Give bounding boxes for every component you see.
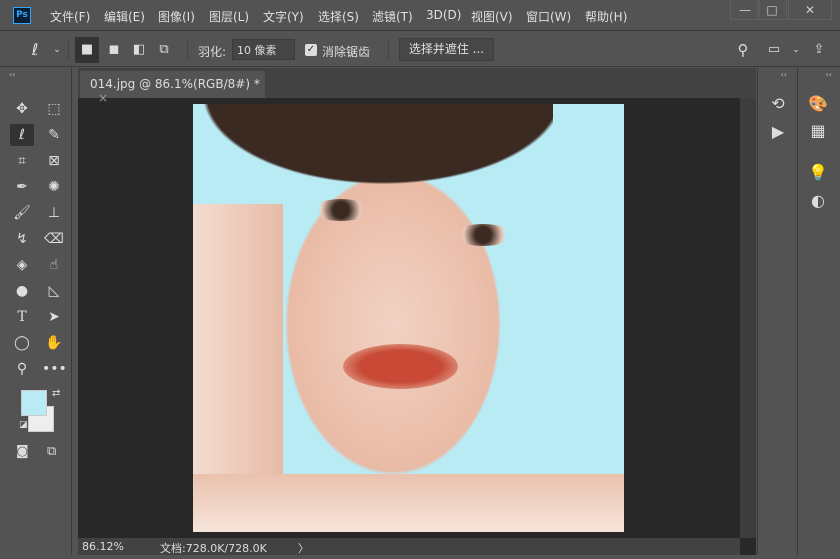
stamp-tool-icon[interactable]: ⊥ bbox=[42, 202, 66, 224]
marquee-tool-icon[interactable]: ⬚ bbox=[42, 98, 66, 120]
menu-select[interactable]: 选择(S) bbox=[318, 8, 359, 25]
color-palette-icon[interactable]: 🎨 bbox=[798, 94, 838, 113]
swatches-grid-icon[interactable]: ▦ bbox=[798, 121, 838, 140]
eraser-tool-icon[interactable]: ⌫ bbox=[42, 228, 66, 250]
close-button[interactable]: ✕ bbox=[788, 0, 832, 20]
maximize-button[interactable]: □ bbox=[757, 0, 787, 20]
panel-dock-1: ‹‹ ⟲ ▶ bbox=[757, 68, 797, 555]
foreground-color-swatch[interactable] bbox=[21, 390, 47, 416]
right-eye bbox=[453, 224, 513, 246]
menu-layer[interactable]: 图层(L) bbox=[209, 8, 249, 25]
history-brush-tool-icon[interactable]: ↯ bbox=[10, 228, 34, 250]
share-icon[interactable]: ⇪ bbox=[808, 40, 830, 60]
photoshop-logo: Ps bbox=[13, 7, 31, 24]
smudge-tool-icon[interactable]: ☝ bbox=[42, 254, 66, 276]
workspace-icon[interactable]: ▭ bbox=[763, 40, 785, 60]
menu-image[interactable]: 图像(I) bbox=[158, 8, 195, 25]
collapse-icon[interactable]: ‹‹ bbox=[758, 68, 797, 79]
hand-tool-icon[interactable]: ✋ bbox=[42, 332, 66, 354]
antialias-checkbox[interactable]: ✓ bbox=[305, 44, 317, 56]
intersect-selection-icon[interactable]: ⧉ bbox=[153, 40, 175, 60]
menu-help[interactable]: 帮助(H) bbox=[585, 8, 627, 25]
menu-filter[interactable]: 滤镜(T) bbox=[372, 8, 413, 25]
more-tools-icon[interactable]: ••• bbox=[42, 358, 67, 380]
menu-file[interactable]: 文件(F) bbox=[50, 8, 90, 25]
adjustments-icon[interactable]: ◐ bbox=[798, 191, 838, 210]
quick-select-tool-icon[interactable]: ✎ bbox=[42, 124, 66, 146]
document-tab[interactable]: 014.jpg @ 86.1%(RGB/8#) * × bbox=[80, 71, 265, 105]
lasso-tool-icon[interactable]: ℓ bbox=[10, 124, 34, 146]
document-title: 014.jpg @ 86.1%(RGB/8#) * bbox=[90, 77, 260, 91]
antialias-label: 消除锯齿 bbox=[322, 45, 371, 59]
vertical-scrollbar[interactable] bbox=[740, 98, 756, 538]
lips bbox=[343, 344, 458, 389]
divider bbox=[68, 39, 69, 61]
type-tool-icon[interactable]: T bbox=[10, 306, 34, 328]
subtract-selection-icon[interactable]: ◧ bbox=[128, 40, 150, 60]
collapse-icon[interactable]: ‹‹ bbox=[9, 70, 15, 79]
chevron-down-icon[interactable]: ⌄ bbox=[46, 40, 68, 60]
quick-mask-icon[interactable]: ◙ bbox=[16, 444, 29, 459]
default-colors-icon[interactable]: ◪ bbox=[19, 420, 28, 430]
menu-window[interactable]: 窗口(W) bbox=[526, 8, 571, 25]
feather-label: 羽化: bbox=[198, 45, 227, 59]
status-bar: 86.12% 文档:728.0K/728.0K 〉 bbox=[78, 538, 740, 555]
direct-select-tool-icon[interactable]: ➤ bbox=[42, 306, 66, 328]
crop-tool-icon[interactable]: ⌗ bbox=[10, 150, 34, 172]
menu-bar: Ps 文件(F) 编辑(E) 图像(I) 图层(L) 文字(Y) 选择(S) 滤… bbox=[0, 0, 840, 31]
left-eye bbox=[311, 199, 371, 221]
options-bar: ℓ ⌄ ■ ◼ ◧ ⧉ 羽化: 10 像素 ✓ 消除锯齿 选择并遮住 ... ⚲… bbox=[0, 33, 840, 67]
eyedropper-tool-icon[interactable]: ✒ bbox=[10, 176, 34, 198]
menu-view[interactable]: 视图(V) bbox=[471, 8, 513, 25]
ellipse-tool-icon[interactable]: ◯ bbox=[10, 332, 34, 354]
feather-input[interactable]: 10 像素 bbox=[232, 39, 295, 60]
brush-tool-icon[interactable]: 🖌 bbox=[10, 202, 34, 224]
zoom-level[interactable]: 86.12% bbox=[82, 540, 124, 553]
minimize-button[interactable]: — bbox=[730, 0, 760, 20]
paint-bucket-tool-icon[interactable]: ◈ bbox=[10, 254, 34, 276]
lasso-tool-preset-icon[interactable]: ℓ bbox=[24, 40, 46, 60]
actions-panel-icon[interactable]: ▶ bbox=[758, 122, 798, 141]
search-icon[interactable]: ⚲ bbox=[732, 40, 754, 60]
spot-heal-tool-icon[interactable]: ✺ bbox=[42, 176, 66, 198]
learn-bulb-icon[interactable]: 💡 bbox=[798, 163, 838, 182]
canvas-image[interactable] bbox=[193, 104, 624, 532]
path-select-tool-icon[interactable]: ◺ bbox=[42, 280, 66, 302]
close-tab-icon[interactable]: × bbox=[98, 91, 108, 105]
panel-dock-2: ‹‹ 🎨 ▦ 💡 ◐ bbox=[797, 68, 840, 555]
divider bbox=[388, 39, 389, 61]
status-menu-arrow[interactable]: 〉 bbox=[298, 540, 309, 556]
swap-colors-icon[interactable]: ⇄ bbox=[52, 388, 60, 399]
menu-3d[interactable]: 3D(D) bbox=[426, 8, 461, 22]
new-selection-icon[interactable]: ■ bbox=[75, 37, 99, 63]
move-tool-icon[interactable]: ✥ bbox=[10, 98, 34, 120]
shoulder-shape bbox=[193, 474, 624, 532]
divider bbox=[187, 39, 188, 61]
tools-panel: ‹‹ ✥ ⬚ ℓ ✎ ⌗ ⊠ ✒ ✺ 🖌 ⊥ ↯ ⌫ ◈ ☝ ● ◺ T ➤ ◯… bbox=[5, 68, 72, 555]
chevron-down-icon[interactable]: ⌄ bbox=[785, 40, 807, 60]
frame-tool-icon[interactable]: ⊠ bbox=[42, 150, 66, 172]
add-to-selection-icon[interactable]: ◼ bbox=[103, 40, 125, 60]
collapse-icon[interactable]: ‹‹ bbox=[798, 68, 840, 79]
dodge-tool-icon[interactable]: ● bbox=[10, 280, 34, 302]
history-panel-icon[interactable]: ⟲ bbox=[758, 94, 798, 113]
menu-type[interactable]: 文字(Y) bbox=[263, 8, 304, 25]
zoom-tool-icon[interactable]: ⚲ bbox=[10, 358, 34, 380]
select-and-mask-button[interactable]: 选择并遮住 ... bbox=[399, 38, 494, 61]
document-size: 文档:728.0K/728.0K bbox=[160, 542, 267, 555]
menu-edit[interactable]: 编辑(E) bbox=[104, 8, 145, 25]
screen-mode-icon[interactable]: ⧉ bbox=[47, 444, 56, 459]
